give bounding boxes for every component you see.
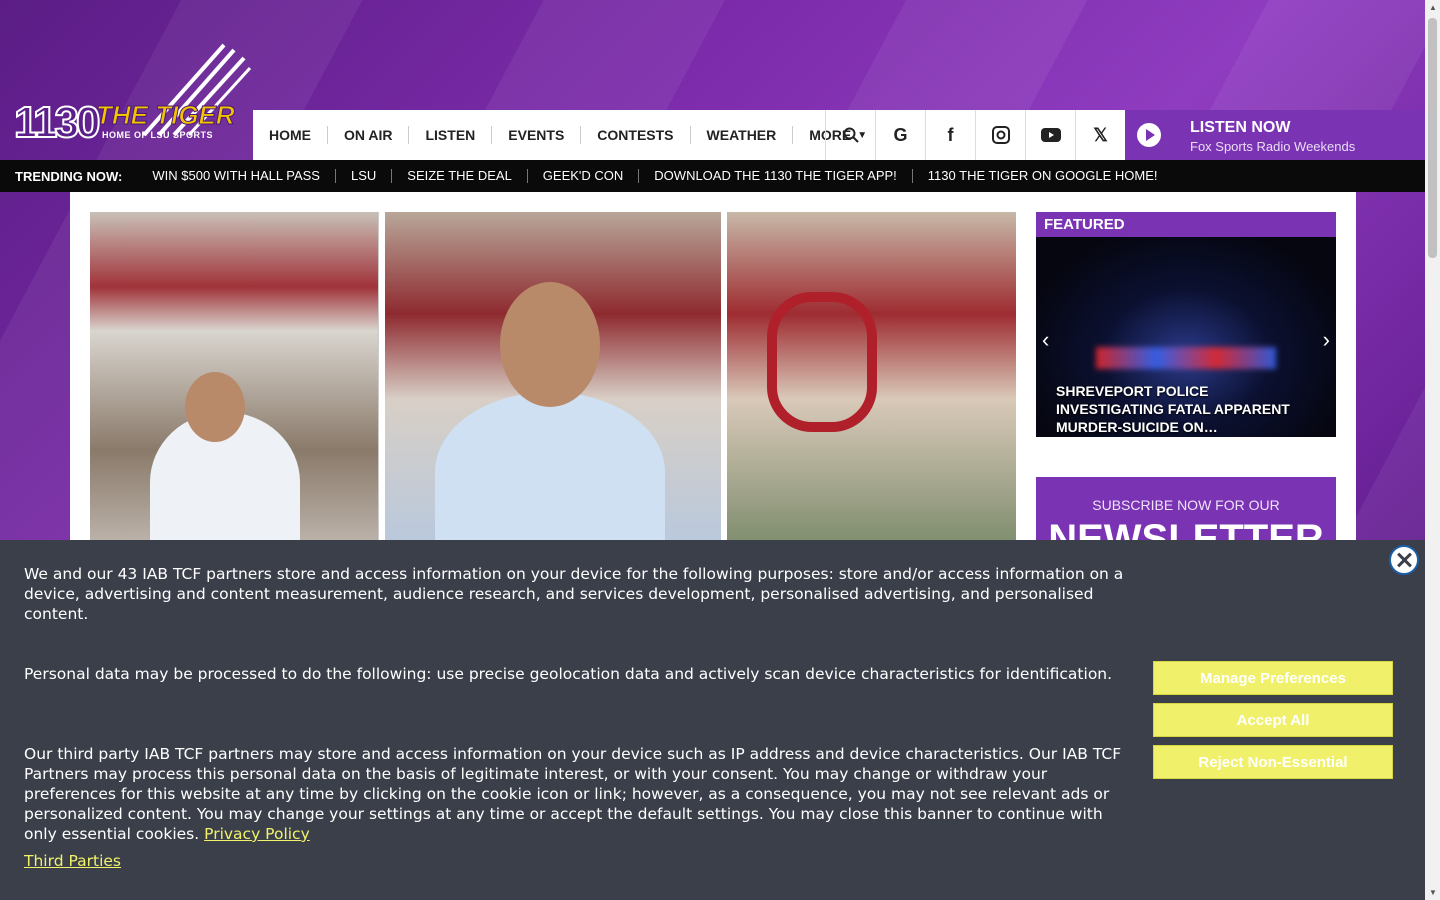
- facebook-icon[interactable]: f: [925, 110, 975, 160]
- cookie-text-personal-data: Personal data may be processed to do the…: [24, 665, 1113, 683]
- sidebar: FEATURED ‹ › SHREVEPORT POLICE INVESTIGA…: [1036, 212, 1336, 557]
- nav-weather[interactable]: WEATHER: [691, 126, 794, 144]
- trending-item[interactable]: WIN $500 WITH HALL PASS: [137, 169, 336, 183]
- hero-photo-right: [727, 212, 1016, 552]
- youtube-icon[interactable]: [1025, 110, 1075, 160]
- trending-item[interactable]: 1130 THE TIGER ON GOOGLE HOME!: [913, 169, 1173, 183]
- listen-now-title: LISTEN NOW: [1190, 119, 1291, 136]
- nav-on-air[interactable]: ON AIR: [328, 126, 410, 144]
- play-icon: [1137, 123, 1161, 147]
- featured-caption[interactable]: SHREVEPORT POLICE INVESTIGATING FATAL AP…: [1056, 382, 1311, 436]
- nav-events[interactable]: EVENTS: [492, 126, 582, 144]
- cookie-text-purposes: We and our 43 IAB TCF partners store and…: [24, 565, 1124, 623]
- trending-item[interactable]: LSU: [336, 169, 393, 183]
- close-icon[interactable]: [1389, 545, 1419, 575]
- instagram-icon[interactable]: [975, 110, 1025, 160]
- google-icon[interactable]: G: [875, 110, 925, 160]
- face-shape: [500, 282, 600, 407]
- person-shape: [435, 392, 665, 552]
- privacy-policy-link[interactable]: Privacy Policy: [204, 825, 310, 843]
- chevron-right-icon[interactable]: ›: [1323, 327, 1330, 353]
- scrollbar[interactable]: ▲ ▼: [1425, 0, 1440, 900]
- nav-listen[interactable]: LISTEN: [409, 126, 493, 144]
- reject-non-essential-button[interactable]: Reject Non-Essential: [1153, 745, 1393, 779]
- main-nav: HOME ON AIR LISTEN EVENTS CONTESTS WEATH…: [253, 110, 1425, 160]
- x-icon[interactable]: 𝕏: [1075, 110, 1125, 160]
- trending-bar: TRENDING NOW: WIN $500 WITH HALL PASS LS…: [0, 160, 1425, 192]
- third-parties-link[interactable]: Third Parties: [24, 852, 121, 870]
- logo-number: 1130: [13, 97, 101, 148]
- scroll-up-icon[interactable]: ▲: [1429, 3, 1437, 12]
- listen-now-button[interactable]: LISTEN NOW Fox Sports Radio Weekends: [1125, 110, 1425, 160]
- site-logo[interactable]: 1130 THE TIGER HOME OF LSU SPORTS: [13, 40, 252, 152]
- trending-item[interactable]: SEIZE THE DEAL: [392, 169, 528, 183]
- logo-name: THE TIGER: [96, 100, 236, 131]
- chevron-left-icon[interactable]: ‹: [1042, 327, 1049, 353]
- featured-heading: FEATURED: [1036, 212, 1336, 237]
- nav-home[interactable]: HOME: [253, 126, 328, 144]
- manage-preferences-button[interactable]: Manage Preferences: [1153, 661, 1393, 695]
- police-lights-shape: [1096, 347, 1276, 369]
- cookie-text-partners: Our third party IAB TCF partners may sto…: [24, 744, 1124, 844]
- hero-photo-left: [90, 212, 378, 552]
- carousel-mirror-shape: [767, 292, 877, 432]
- nav-contests[interactable]: CONTESTS: [581, 126, 691, 144]
- featured-carousel[interactable]: ‹ › SHREVEPORT POLICE INVESTIGATING FATA…: [1036, 237, 1336, 437]
- accept-all-button[interactable]: Accept All: [1153, 703, 1393, 737]
- hero-photo-center: [385, 212, 721, 552]
- trending-label: TRENDING NOW:: [15, 168, 123, 184]
- face-shape: [185, 372, 245, 442]
- article-hero-image[interactable]: [90, 212, 1016, 552]
- trending-item[interactable]: DOWNLOAD THE 1130 THE TIGER APP!: [639, 169, 913, 183]
- listen-now-subtitle: Fox Sports Radio Weekends: [1190, 139, 1356, 154]
- newsletter-line1: SUBSCRIBE NOW FOR OUR: [1092, 497, 1280, 513]
- nav-icons: G f 𝕏: [825, 110, 1125, 160]
- cookie-text-partners-body: Our third party IAB TCF partners may sto…: [24, 745, 1122, 843]
- main-content: FEATURED ‹ › SHREVEPORT POLICE INVESTIGA…: [70, 192, 1356, 557]
- trending-item[interactable]: GEEK'D CON: [528, 169, 640, 183]
- scrollbar-thumb[interactable]: [1428, 18, 1437, 258]
- logo-tagline: HOME OF LSU SPORTS: [102, 130, 214, 140]
- scroll-down-icon[interactable]: ▼: [1429, 888, 1437, 897]
- search-icon[interactable]: [825, 110, 875, 160]
- cookie-banner: We and our 43 IAB TCF partners store and…: [0, 540, 1425, 900]
